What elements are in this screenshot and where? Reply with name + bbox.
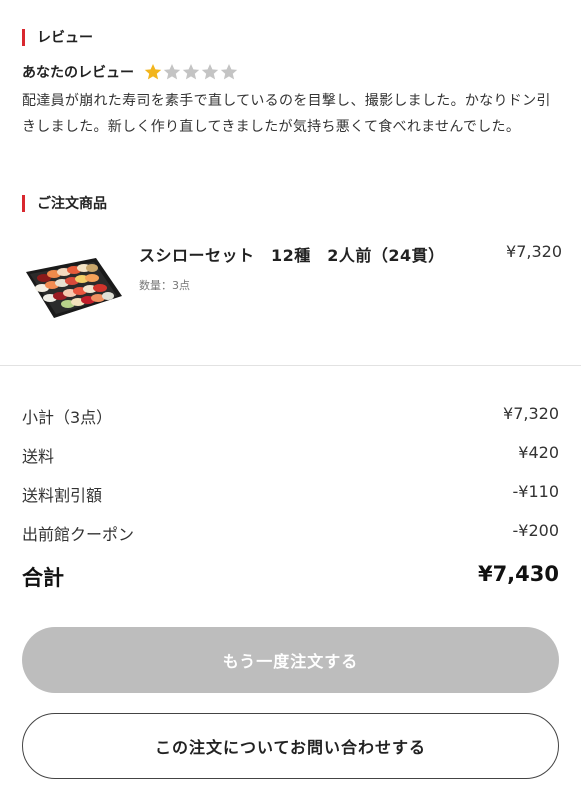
shipping-discount-value: -¥110 — [512, 482, 560, 501]
shipping-label: 送料 — [22, 447, 55, 466]
section-accent-bar — [22, 194, 25, 212]
subtotal-value: ¥7,320 — [503, 404, 559, 423]
coupon-row: 出前館クーポン -¥200 — [22, 521, 559, 545]
order-section-header: ご注文商品 — [22, 193, 107, 213]
your-review-label: あなたのレビュー — [22, 65, 134, 81]
product-price: ¥7,320 — [506, 242, 562, 261]
coupon-label: 出前館クーポン — [22, 525, 135, 544]
order-section-title: ご注文商品 — [37, 196, 107, 212]
total-row: 合計 ¥7,430 — [22, 562, 559, 592]
divider — [0, 365, 581, 366]
subtotal-row: 小計（3点） ¥7,320 — [22, 404, 559, 428]
your-review-row: あなたのレビュー — [22, 62, 239, 82]
shipping-discount-label: 送料割引額 — [22, 486, 103, 505]
total-label: 合計 — [22, 566, 64, 590]
review-section-title: レビュー — [37, 30, 93, 46]
shipping-discount-row: 送料割引額 -¥110 — [22, 482, 559, 506]
sushi-product-image — [22, 252, 124, 324]
reorder-button-label: もう一度注文する — [222, 652, 359, 671]
star-empty-icon — [201, 63, 219, 81]
review-text: 配達員が崩れた寿司を素手で直しているのを目撃し、撮影しました。かなりドン引きしま… — [22, 93, 551, 135]
order-item[interactable]: スシローセット 12種 2人前（24貫） ¥7,320 数量：3点 — [22, 238, 562, 338]
product-name: スシローセット 12種 2人前（24貫） — [139, 246, 445, 265]
product-quantity: 数量：3点 — [139, 279, 190, 292]
total-value: ¥7,430 — [477, 562, 559, 586]
star-empty-icon — [182, 63, 200, 81]
review-section-header: レビュー — [22, 27, 93, 47]
star-filled-icon — [144, 63, 162, 81]
inquiry-button[interactable]: この注文についてお問い合わせする — [22, 713, 559, 779]
section-accent-bar — [22, 28, 25, 46]
inquiry-button-label: この注文についてお問い合わせする — [154, 738, 427, 757]
shipping-value: ¥420 — [518, 443, 559, 462]
rating-stars — [144, 63, 239, 81]
coupon-value: -¥200 — [512, 521, 560, 540]
star-empty-icon — [163, 63, 181, 81]
shipping-row: 送料 ¥420 — [22, 443, 559, 467]
subtotal-label: 小計（3点） — [22, 408, 113, 427]
star-empty-icon — [220, 63, 238, 81]
reorder-button[interactable]: もう一度注文する — [22, 627, 559, 693]
